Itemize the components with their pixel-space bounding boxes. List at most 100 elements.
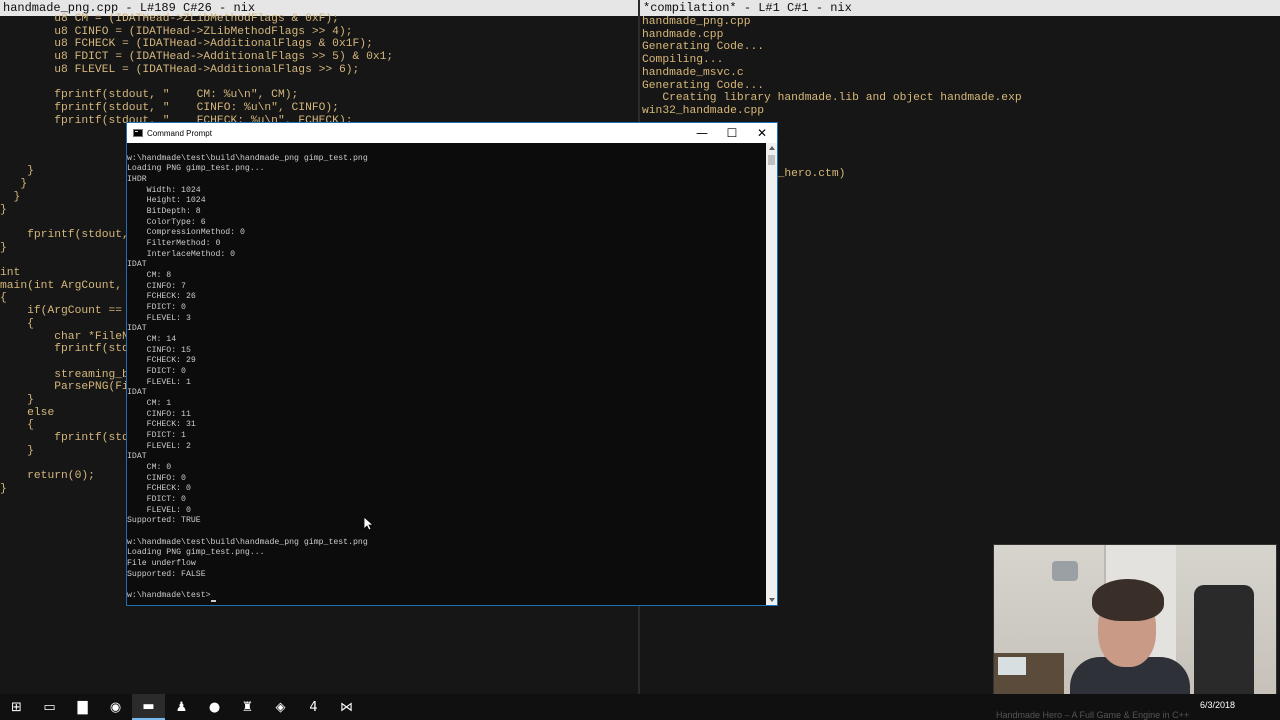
terminal-line: Height: 1024 [127, 196, 206, 206]
visual-studio-button[interactable]: ⋈ [330, 694, 363, 720]
terminal-line: Loading PNG gimp_test.png... [127, 164, 265, 174]
scroll-thumb[interactable] [768, 155, 775, 165]
webcam-box [998, 657, 1026, 675]
terminal-line: FilterMethod: 0 [127, 239, 221, 249]
terminal-line: FDICT: 1 [127, 431, 186, 441]
compilation-line: win32_handmade.cpp [642, 104, 765, 117]
file-explorer-button[interactable]: ▇ [66, 694, 99, 720]
clock-date[interactable]: 6/3/2018 [1200, 700, 1235, 710]
terminal-line: CINFO: 0 [127, 473, 186, 483]
code-line: u8 CINFO = (IDATHead->ZLibMethodFlags >>… [0, 25, 353, 38]
terminal-line: BitDepth: 8 [127, 207, 201, 217]
app-button-6[interactable]: ♟ [165, 694, 198, 720]
terminal-line: FDICT: 0 [127, 303, 186, 313]
terminal-line: CINFO: 15 [127, 345, 191, 355]
terminal-line: IHDR [127, 175, 147, 184]
start-button[interactable]: ⊞ [0, 694, 33, 720]
nvidia-button[interactable]: ◈ [264, 694, 297, 720]
code-line: return(0); [0, 470, 95, 483]
code-line: fprintf(stdout, " CINFO: %u\n", CINFO); [0, 101, 339, 114]
terminal-line: FLEVEL: 1 [127, 377, 191, 387]
terminal-line: IDAT [127, 324, 147, 334]
vertical-scrollbar[interactable] [766, 143, 777, 605]
windows-icon: ⊞ [11, 699, 22, 715]
compilation-line: Creating library handmade.lib and object… [642, 92, 1022, 105]
code-line: } [0, 444, 34, 457]
webcam-person-hair [1092, 579, 1164, 621]
code-line: char *FileN [0, 330, 129, 343]
terminal-line: FDICT: 0 [127, 495, 186, 505]
terminal-line: w:\handmade\test\build\handmade_png gimp… [127, 153, 368, 163]
app-button-10[interactable]: 4 [297, 694, 330, 720]
app-icon: ♜ [241, 699, 254, 715]
scroll-up-icon[interactable] [769, 146, 775, 150]
visual-studio-icon: ⋈ [340, 699, 353, 715]
terminal-line: FLEVEL: 0 [127, 505, 191, 515]
code-line: u8 FDICT = (IDATHead->AdditionalFlags >>… [0, 51, 394, 64]
code-line: int [0, 267, 21, 279]
terminal-line: ColorType: 6 [127, 217, 206, 227]
window-title: Command Prompt [147, 128, 212, 138]
command-prompt-button[interactable]: ▬ [132, 694, 165, 720]
compilation-line: Generating Code... [642, 41, 765, 54]
code-line: } [0, 190, 21, 203]
folder-icon: ▇ [77, 699, 88, 715]
scroll-down-icon[interactable] [769, 598, 775, 602]
stream-overlay-text: Handmade Hero – A Full Game & Engine in … [996, 710, 1190, 720]
minimize-button[interactable]: — [687, 123, 717, 143]
terminal-line: FLEVEL: 2 [127, 441, 191, 451]
terminal-line: Loading PNG gimp_test.png... [127, 548, 265, 558]
terminal-line: FCHECK: 26 [127, 292, 196, 302]
code-line: ParsePNG(Fi [0, 381, 129, 394]
chrome-icon: ◉ [109, 699, 122, 715]
command-prompt-window[interactable]: Command Prompt — ☐ ✕ w:\handmade\test\bu… [126, 122, 778, 606]
task-view-icon: ▭ [43, 699, 56, 715]
code-line: { [0, 317, 34, 330]
close-button[interactable]: ✕ [747, 123, 777, 143]
compilation-line: Compiling... [642, 54, 724, 67]
app-icon: 4 [309, 699, 318, 715]
nvidia-icon: ◈ [275, 699, 286, 715]
command-prompt-titlebar[interactable]: Command Prompt — ☐ ✕ [127, 123, 777, 143]
code-line: fprintf(std [0, 343, 129, 356]
code-line: fprintf(std [0, 432, 129, 445]
code-line: { [0, 419, 34, 432]
code-line: u8 CM = (IDATHead->ZLibMethodFlags & 0xF… [0, 13, 339, 25]
terminal-output[interactable]: w:\handmade\test\build\handmade_png gimp… [127, 143, 767, 605]
terminal-line: CM: 1 [127, 399, 172, 409]
code-line: fprintf(stdout, " CM: %u\n", CM); [0, 89, 299, 102]
app-button-8[interactable]: ♜ [231, 694, 264, 720]
terminal-line: FDICT: 0 [127, 367, 186, 377]
terminal-line: CM: 14 [127, 335, 177, 345]
compilation-line: handmade_msvc.c [642, 66, 744, 79]
terminal-line: FLEVEL: 3 [127, 313, 191, 323]
code-line: fprintf(stdout, [0, 228, 129, 241]
terminal-line: CINFO: 11 [127, 409, 191, 419]
cmd-icon: ▬ [142, 698, 155, 714]
chrome-button[interactable]: ◉ [99, 694, 132, 720]
code-line: main(int ArgCount, [0, 279, 123, 292]
mouse-pointer-icon [364, 517, 374, 531]
app-button-7[interactable]: ● [198, 694, 231, 720]
code-line: } [0, 394, 34, 406]
webcam-lamp [1052, 561, 1078, 581]
terminal-line: FCHECK: 31 [127, 420, 196, 430]
terminal-line: w:\handmade\test\build\handmade_png gimp… [127, 537, 368, 547]
compilation-line: handmade_png.cpp [642, 16, 751, 28]
code-line: u8 FLEVEL = (IDATHead->AdditionalFlags >… [0, 63, 360, 76]
terminal-line: FCHECK: 29 [127, 356, 196, 366]
code-line: streaming_b [0, 368, 129, 381]
task-view-button[interactable]: ▭ [33, 694, 66, 720]
terminal-line: File underflow [127, 559, 196, 569]
code-line: } [0, 178, 28, 191]
code-line: { [0, 292, 7, 305]
cmd-icon [133, 129, 143, 137]
terminal-line: Supported: TRUE [127, 516, 201, 526]
code-line: if(ArgCount == [0, 305, 123, 318]
maximize-button[interactable]: ☐ [717, 123, 747, 143]
terminal-line: InterlaceMethod: 0 [127, 249, 236, 259]
terminal-line: FCHECK: 0 [127, 484, 191, 494]
terminal-line: IDAT [127, 452, 147, 462]
compilation-title: *compilation* - L#1 C#1 - nix [640, 0, 1280, 16]
terminal-line: CompressionMethod: 0 [127, 228, 245, 238]
